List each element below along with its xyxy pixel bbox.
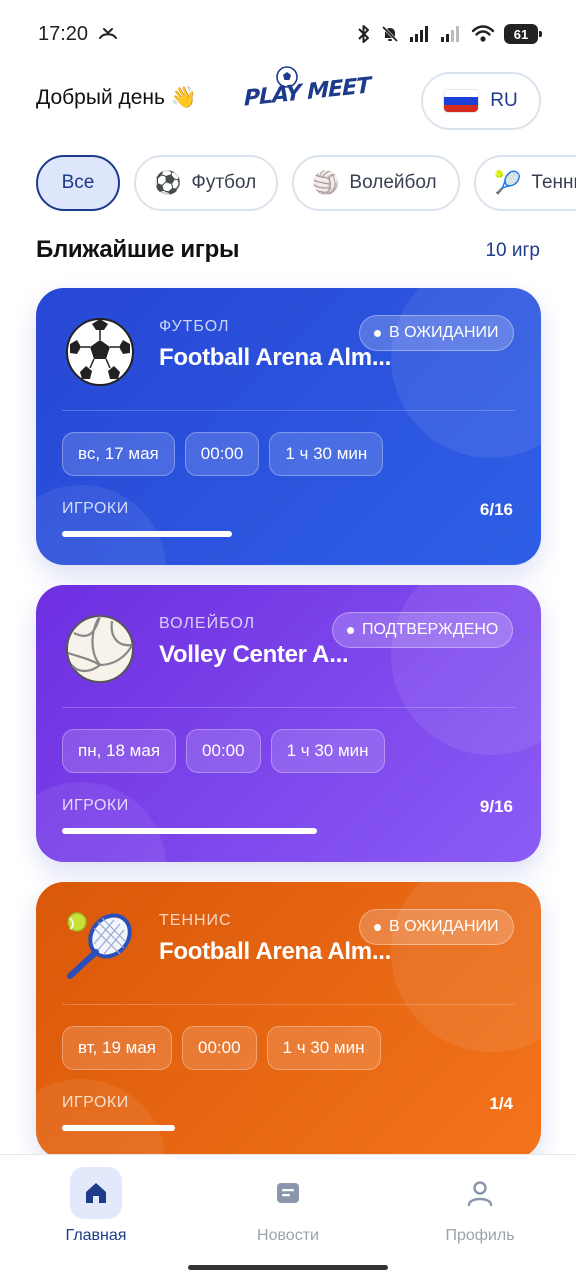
game-card-football[interactable]: ФУТБОЛ Football Arena Alm... В ОЖИДАНИИ … <box>36 288 541 565</box>
card-decoration <box>391 882 541 1052</box>
game-duration: 1 ч 30 мин <box>270 729 385 773</box>
filter-chip-label: Теннис <box>531 172 576 193</box>
status-badge-label: ПОДТВЕРЖДЕНО <box>362 621 499 638</box>
status-badge: В ОЖИДАНИИ <box>359 909 514 945</box>
nav-icon-container <box>454 1167 506 1219</box>
game-date: вс, 17 мая <box>62 432 175 476</box>
card-decoration <box>36 782 166 862</box>
status-time: 17:20 <box>38 22 89 45</box>
game-card-volleyball[interactable]: ВОЛЕЙБОЛ Volley Center A... ПОДТВЕРЖДЕНО… <box>36 585 541 862</box>
players-progress-fill <box>62 828 317 834</box>
volleyball-ball-icon <box>66 615 134 683</box>
sport-filter-bar: Все ⚽ Футбол 🏐 Волейбол 🎾 Теннис <box>0 155 576 215</box>
players-progress-bar <box>62 531 515 537</box>
players-progress-bar <box>62 1125 515 1131</box>
players-count: 6/16 <box>479 500 513 519</box>
bell-muted-icon <box>381 25 399 43</box>
card-venue-name: Football Arena Alm... <box>159 938 391 965</box>
card-sport-label: ВОЛЕЙБОЛ <box>159 615 256 632</box>
tennis-icon: 🎾 <box>494 170 522 195</box>
card-divider <box>62 1004 515 1005</box>
logo-text: PLAY MEET <box>244 73 371 112</box>
header: Добрый день 👋 PLAY MEET RU <box>0 66 576 138</box>
card-sport-label: ФУТБОЛ <box>159 318 230 335</box>
players-count: 1/4 <box>489 1094 513 1113</box>
players-label: ИГРОКИ <box>62 797 129 814</box>
players-progress-bar <box>62 828 515 834</box>
players-count: 9/16 <box>479 797 513 816</box>
game-info-row: вт, 19 мая 00:00 1 ч 30 мин <box>62 1026 381 1070</box>
filter-chip-label: Все <box>61 172 95 193</box>
filter-chip-tennis[interactable]: 🎾 Теннис <box>474 155 576 211</box>
tennis-racket-icon <box>67 912 132 979</box>
card-divider <box>62 410 515 411</box>
game-time: 00:00 <box>182 1026 257 1070</box>
card-divider <box>62 707 515 708</box>
status-badge-label: В ОЖИДАНИИ <box>389 324 499 341</box>
filter-chip-label: Футбол <box>191 172 257 193</box>
card-decoration <box>391 288 541 458</box>
volleyball-icon: 🏐 <box>312 170 340 195</box>
nav-item-news[interactable]: Новости <box>228 1167 348 1257</box>
games-count-link[interactable]: 10 игр <box>485 240 540 262</box>
filter-chip-volleyball[interactable]: 🏐 Волейбол <box>292 155 460 211</box>
language-button[interactable]: RU <box>421 72 541 130</box>
section-title: Ближайшие игры <box>36 236 240 263</box>
status-badge: В ОЖИДАНИИ <box>359 315 514 351</box>
russia-flag-icon <box>444 90 479 112</box>
players-label: ИГРОКИ <box>62 1094 129 1111</box>
game-card-tennis[interactable]: ТЕННИС Football Arena Alm... В ОЖИДАНИИ … <box>36 882 541 1159</box>
nav-icon-container <box>70 1167 122 1219</box>
greeting: Добрый день 👋 <box>36 86 197 109</box>
status-dot-icon <box>374 329 381 337</box>
nav-label: Новости <box>257 1227 319 1244</box>
card-venue-name: Volley Center A... <box>159 641 349 668</box>
battery-icon: 61 <box>504 24 542 44</box>
card-decoration <box>36 1079 166 1159</box>
news-icon <box>277 1183 299 1203</box>
status-bar: 17:20 61 <box>0 0 576 68</box>
profile-icon <box>467 1181 493 1207</box>
players-label: ИГРОКИ <box>62 500 129 517</box>
soccer-ball-icon <box>66 318 134 386</box>
nav-item-profile[interactable]: Профиль <box>420 1167 540 1257</box>
players-progress-fill <box>62 531 232 537</box>
game-info-row: вс, 17 мая 00:00 1 ч 30 мин <box>62 432 384 476</box>
status-badge-label: В ОЖИДАНИИ <box>389 918 499 935</box>
game-time: 00:00 <box>184 432 260 476</box>
nav-label: Профиль <box>445 1227 515 1244</box>
game-duration: 1 ч 30 мин <box>269 432 384 476</box>
wifi-icon <box>471 25 495 42</box>
game-date: пн, 18 мая <box>62 729 177 773</box>
bluetooth-icon <box>358 25 369 43</box>
nav-item-home[interactable]: Главная <box>36 1167 156 1257</box>
language-label: RU <box>490 90 518 111</box>
card-decoration <box>391 585 541 755</box>
status-dot-icon <box>347 626 354 634</box>
card-decoration <box>36 485 166 565</box>
filter-chip-football[interactable]: ⚽ Футбол <box>134 155 278 211</box>
app-logo: PLAY MEET <box>238 66 370 136</box>
game-time: 00:00 <box>186 729 261 773</box>
nav-label: Главная <box>65 1227 127 1244</box>
home-indicator[interactable] <box>188 1265 388 1270</box>
bottom-navigation: Главная Новости Профиль <box>0 1154 576 1280</box>
signal-icon <box>410 26 428 42</box>
status-badge: ПОДТВЕРЖДЕНО <box>332 612 514 648</box>
card-venue-name: Football Arena Alm... <box>159 344 391 371</box>
football-icon: ⚽ <box>154 170 182 195</box>
filter-chip-all[interactable]: Все <box>36 155 120 211</box>
missed-call-icon <box>99 28 118 39</box>
players-progress-fill <box>62 1125 176 1131</box>
game-date: вт, 19 мая <box>62 1026 172 1070</box>
filter-chip-label: Волейбол <box>349 172 437 193</box>
nav-icon-container <box>262 1167 314 1219</box>
signal-2-icon <box>441 26 459 42</box>
game-duration: 1 ч 30 мин <box>266 1026 381 1070</box>
home-icon <box>86 1183 106 1203</box>
status-dot-icon <box>374 923 381 931</box>
card-sport-label: ТЕННИС <box>159 912 232 929</box>
game-info-row: пн, 18 мая 00:00 1 ч 30 мин <box>62 729 385 773</box>
